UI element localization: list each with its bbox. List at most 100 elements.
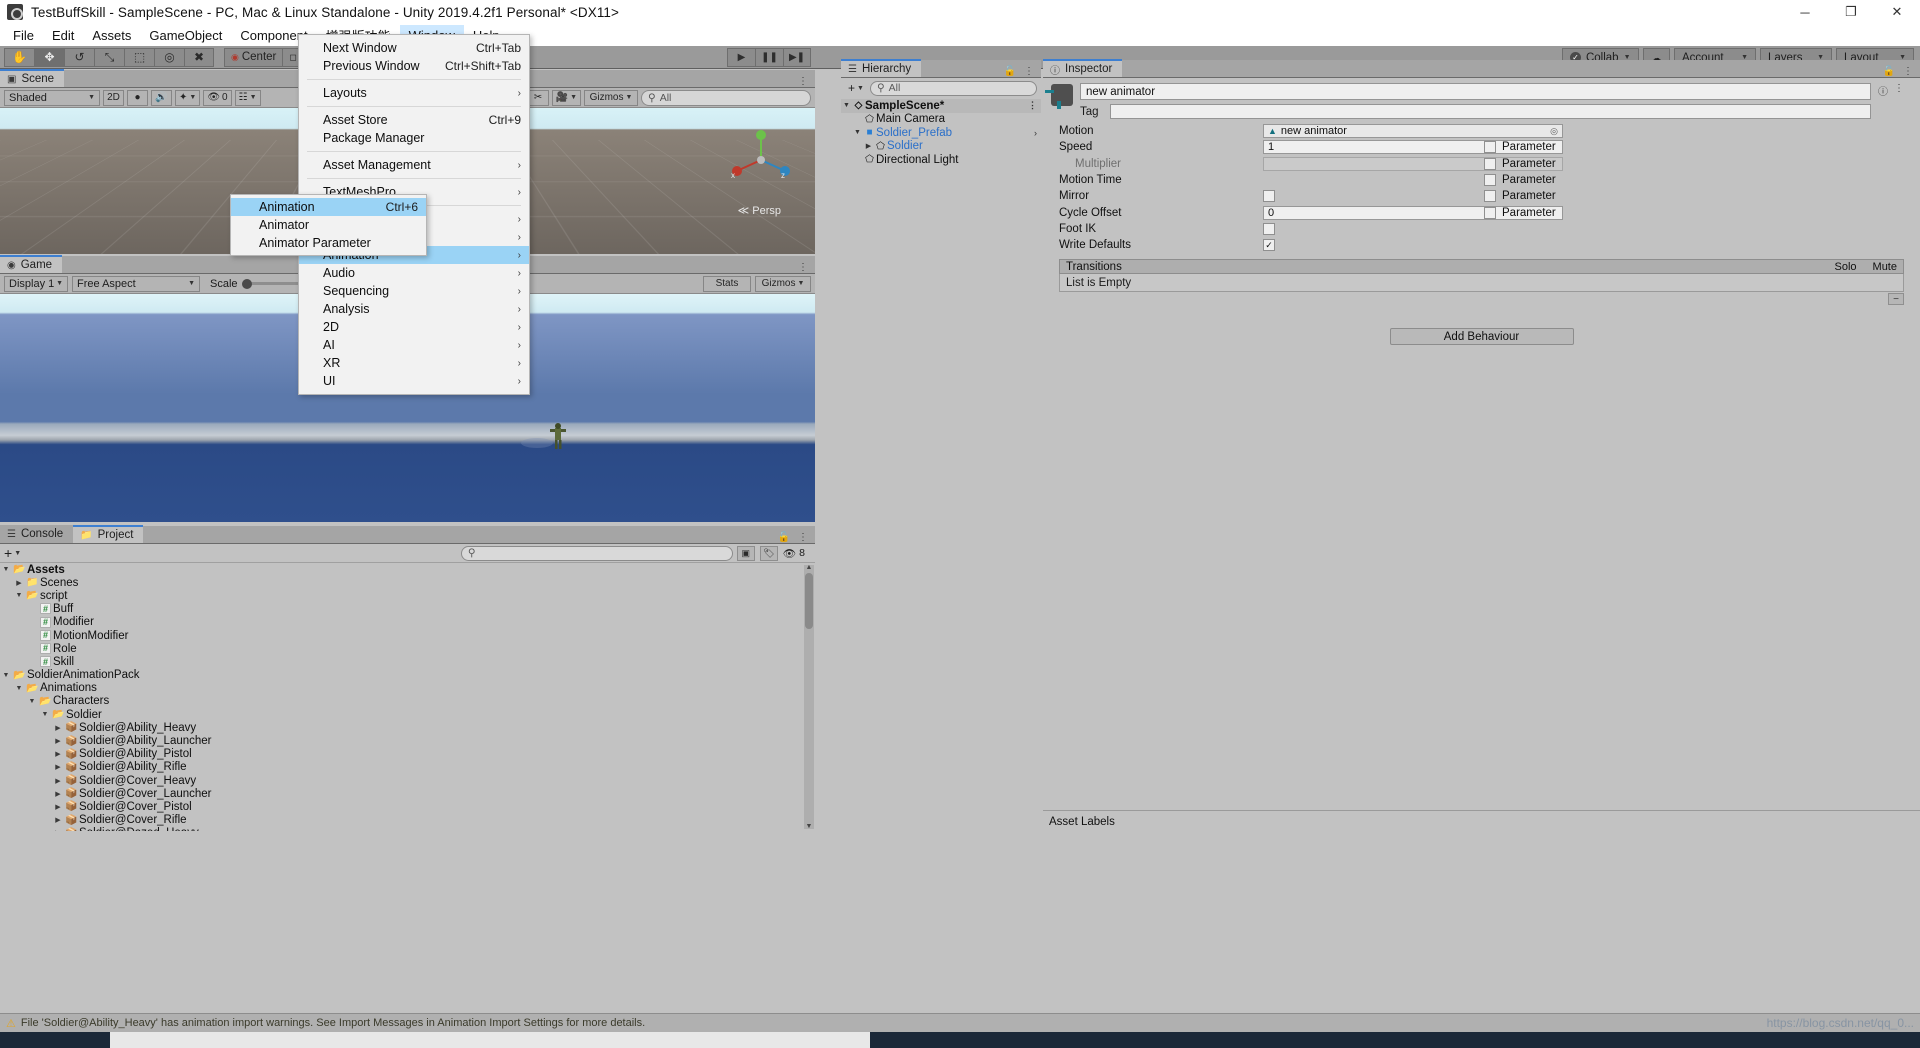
project-tree-item[interactable]: # Buff (0, 603, 815, 616)
scene-tools-icon[interactable]: ✂ (527, 89, 549, 106)
window-menu-item-sequencing[interactable]: Sequencing › (299, 282, 529, 300)
project-scrollbar[interactable]: ▲ ▼ (804, 564, 814, 830)
custom-tool-icon[interactable]: ✖ (184, 47, 214, 67)
chevron-down-icon[interactable]: ▼ (0, 566, 12, 573)
project-tree-item[interactable]: ▼ 📂 Assets (0, 563, 815, 576)
game-gizmos-button[interactable]: Gizmos ▼ (755, 275, 811, 292)
lock-icon[interactable]: 🔓 (1883, 66, 1895, 77)
lock-icon[interactable]: 🔓 (778, 532, 790, 543)
chevron-right-icon[interactable]: ▶ (863, 142, 874, 150)
project-tree-item[interactable]: ▶ 📦 Soldier@Cover_Pistol (0, 800, 815, 813)
object-picker-icon[interactable]: ◎ (1550, 126, 1558, 137)
project-tree-item[interactable]: ▶ 📦 Soldier@Ability_Launcher (0, 734, 815, 747)
tab-project[interactable]: 📁 Project (73, 525, 144, 543)
add-behaviour-button[interactable]: Add Behaviour (1389, 328, 1574, 346)
filter-type-icon[interactable]: ▣ (736, 545, 755, 561)
maximize-button[interactable]: ❐ (1828, 0, 1874, 24)
chevron-down-icon[interactable]: ▼ (0, 672, 12, 679)
mirror-checkbox[interactable] (1263, 190, 1275, 203)
shading-mode-dropdown[interactable]: Shaded ▼ (4, 89, 100, 106)
tab-hierarchy[interactable]: ☰ Hierarchy (841, 59, 922, 77)
fx-icon[interactable]: ✦ ▼ (175, 89, 201, 106)
close-button[interactable]: ✕ (1874, 0, 1920, 24)
tab-scene[interactable]: ▣ Scene (0, 69, 65, 87)
chevron-down-icon[interactable]: ▼ (26, 698, 38, 705)
chevron-right-icon[interactable]: ▶ (52, 737, 64, 745)
project-tree-item[interactable]: ▶ 📦 Soldier@Ability_Rifle (0, 761, 815, 774)
window-menu-item-package-manager[interactable]: Package Manager (299, 129, 529, 147)
toggle-2d-button[interactable]: 2D (103, 89, 124, 106)
kebab-icon[interactable]: ⋮ (798, 76, 808, 87)
foot-ik-checkbox[interactable] (1263, 222, 1275, 235)
animation-submenu-item-animation[interactable]: Animation Ctrl+6 (231, 198, 426, 216)
camera-icon[interactable]: 🎥 ▼ (551, 89, 581, 106)
chevron-down-icon[interactable]: ▼ (13, 592, 25, 599)
project-tree-item[interactable]: # Role (0, 642, 815, 655)
grid-snap-icon[interactable]: ☷ ▼ (234, 89, 261, 106)
project-tree-item[interactable]: ▼ 📂 Soldier (0, 708, 815, 721)
filter-label-icon[interactable]: 🏷 (759, 545, 778, 561)
object-name-field[interactable]: new animator (1080, 83, 1871, 100)
window-menu-item-2d[interactable]: 2D › (299, 318, 529, 336)
step-button[interactable]: ▶❚ (783, 48, 811, 67)
scene-search-input[interactable]: ⚲ All (641, 89, 811, 106)
rect-tool-icon[interactable]: ⬚ (124, 47, 154, 67)
project-tree-item[interactable]: ▶📦Soldier@Dazed_Heavy (0, 827, 815, 831)
tab-game[interactable]: ◉ Game (0, 255, 63, 273)
scale-slider-knob[interactable] (241, 278, 252, 289)
project-tree-item[interactable]: # MotionModifier (0, 629, 815, 642)
project-search-input[interactable]: ⚲ (460, 545, 733, 561)
project-tree-item[interactable]: # Skill (0, 655, 815, 668)
status-bar[interactable]: ⚠ File 'Soldier@Ability_Heavy' has anima… (0, 1013, 1920, 1032)
window-menu-item-asset-store[interactable]: Asset Store Ctrl+9 (299, 111, 529, 129)
window-menu-item-asset-management[interactable]: Asset Management › (299, 156, 529, 174)
chevron-down-icon[interactable]: ▼ (13, 685, 25, 692)
lighting-icon[interactable]: ● (127, 89, 148, 106)
project-tree-item[interactable]: ▶ 📦 Soldier@Cover_Launcher (0, 787, 815, 800)
project-scroll-thumb[interactable] (805, 573, 813, 629)
chevron-right-icon[interactable]: ▶ (52, 790, 64, 798)
chevron-down-icon[interactable]: ▼ (39, 711, 51, 718)
motion-object-field[interactable]: ▲ new animator ◎ (1263, 124, 1563, 139)
hierarchy-item-main-camera[interactable]: ⬠ Main Camera (841, 113, 1041, 127)
hand-tool-icon[interactable]: ✋ (4, 47, 34, 67)
animation-submenu-item-animator-parameter[interactable]: Animator Parameter (231, 234, 426, 252)
kebab-icon[interactable]: ⋮ (798, 532, 808, 543)
motion-time-parameter-checkbox[interactable] (1484, 174, 1496, 187)
cycle-offset-parameter-checkbox[interactable] (1484, 206, 1496, 219)
hierarchy-scene-row[interactable]: ▼ ◇ SampleScene* ⋮ (841, 99, 1041, 113)
hierarchy-item-soldier[interactable]: ▶ ⬠ Soldier (841, 140, 1041, 154)
audio-icon[interactable]: 🔊 (151, 89, 172, 106)
project-tree-item[interactable]: ▶ 📦 Soldier@Cover_Rifle (0, 814, 815, 827)
scene-orientation-gizmo[interactable]: x z (729, 130, 793, 184)
asset-labels-section[interactable]: Asset Labels (1043, 810, 1920, 832)
project-tree-item[interactable]: ▼ 📂 SoldierAnimationPack (0, 669, 815, 682)
window-menu-item-audio[interactable]: Audio › (299, 264, 529, 282)
project-tree-item[interactable]: ▼ 📂 Characters (0, 695, 815, 708)
play-button[interactable]: ▶ (727, 48, 755, 67)
menu-file[interactable]: File (4, 25, 43, 45)
help-icon[interactable]: ⓘ (1878, 83, 1888, 98)
chevron-right-icon[interactable]: ▶ (52, 816, 64, 824)
kebab-icon[interactable]: ⋮ (798, 262, 808, 273)
hidden-objects-icon[interactable]: 👁 0 (203, 89, 232, 106)
window-menu-item-layouts[interactable]: Layouts › (299, 84, 529, 102)
multiplier-parameter-checkbox[interactable] (1484, 157, 1496, 170)
project-tree-item[interactable]: ▼ 📂 Animations (0, 682, 815, 695)
scale-slider[interactable] (241, 278, 306, 289)
kebab-icon[interactable]: ⋮ (1894, 83, 1904, 94)
chevron-right-icon[interactable]: › (1034, 128, 1037, 138)
animation-submenu-item-animator[interactable]: Animator (231, 216, 426, 234)
move-tool-icon[interactable]: ✥ (34, 47, 64, 67)
tab-inspector[interactable]: ⓘ Inspector (1043, 59, 1123, 77)
window-menu-item-xr[interactable]: XR › (299, 354, 529, 372)
scale-tool-icon[interactable]: ⤡ (94, 47, 124, 67)
lock-icon[interactable]: 🔓 (1004, 66, 1016, 77)
window-menu-item-analysis[interactable]: Analysis › (299, 300, 529, 318)
kebab-icon[interactable]: ⋮ (1903, 66, 1913, 77)
kebab-icon[interactable]: ⋮ (1024, 66, 1034, 77)
speed-parameter-checkbox[interactable] (1484, 141, 1496, 154)
scroll-down-icon[interactable]: ▼ (805, 823, 813, 830)
project-tree-item[interactable]: ▶ 📦 Soldier@Cover_Heavy (0, 774, 815, 787)
remove-transition-button[interactable]: − (1888, 293, 1904, 306)
